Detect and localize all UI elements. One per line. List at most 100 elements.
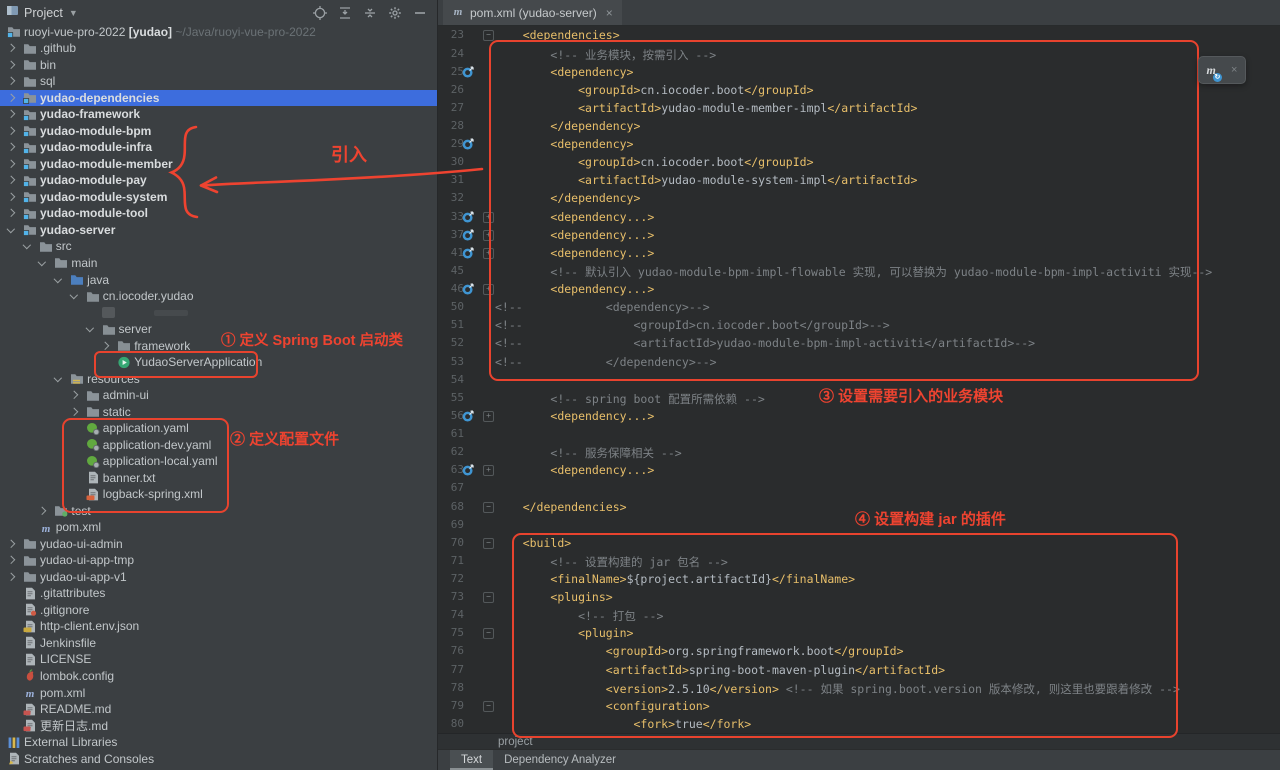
tree-item-main[interactable]: main [0, 255, 437, 272]
fold-minus-icon[interactable]: − [483, 538, 494, 549]
code-line-67[interactable]: 67 [438, 479, 1280, 497]
tree-item-yudao-module-tool[interactable]: yudao-module-tool [0, 205, 437, 222]
code-line-78[interactable]: 78 <version>2.5.10</version> <!-- 如果 spr… [438, 679, 1280, 697]
code-line-56[interactable]: 56+ <dependency...> [438, 407, 1280, 425]
tree-item--.md[interactable]: 更新日志.md [0, 718, 437, 735]
code-line-25[interactable]: 25 <dependency> [438, 63, 1280, 81]
tree-item-yudao-module-bpm[interactable]: yudao-module-bpm [0, 123, 437, 140]
tree-item-README.md[interactable]: README.md [0, 701, 437, 718]
dependency-gutter-icon[interactable] [462, 137, 476, 151]
close-icon[interactable]: × [1231, 64, 1237, 76]
tree-item-resources[interactable]: resources [0, 371, 437, 388]
chevron-collapsed-icon[interactable] [7, 44, 15, 52]
code-line-63[interactable]: 63+ <dependency...> [438, 461, 1280, 479]
tree-item-pom.xml[interactable]: mpom.xml [0, 685, 437, 702]
tree-item-yudao-framework[interactable]: yudao-framework [0, 106, 437, 123]
collapse-all-icon[interactable] [363, 6, 377, 20]
tree-item-static[interactable]: static [0, 404, 437, 421]
chevron-collapsed-icon[interactable] [101, 341, 109, 349]
scroll-from-source-icon[interactable] [338, 6, 352, 20]
code-line-46[interactable]: 46+ <dependency...> [438, 280, 1280, 298]
fold-plus-icon[interactable]: + [483, 212, 494, 223]
fold-plus-icon[interactable]: + [483, 284, 494, 295]
code-line-68[interactable]: 68− </dependencies> [438, 498, 1280, 516]
dependency-gutter-icon[interactable] [462, 65, 476, 79]
tree-item-yudao-module-infra[interactable]: yudao-module-infra [0, 139, 437, 156]
tree-item-pom.xml[interactable]: mpom.xml [0, 519, 437, 536]
fold-plus-icon[interactable]: + [483, 411, 494, 422]
tree-item-yudao-server[interactable]: yudao-server [0, 222, 437, 239]
code-line-51[interactable]: 51<!-- <groupId>cn.iocoder.boot</groupId… [438, 316, 1280, 334]
code-line-79[interactable]: 79− <configuration> [438, 697, 1280, 715]
chevron-collapsed-icon[interactable] [7, 110, 15, 118]
code-line-23[interactable]: 23− <dependencies> [438, 26, 1280, 44]
tree-item-src[interactable]: src [0, 238, 437, 255]
tree-item-logback-spring.xml[interactable]: logback-spring.xml [0, 486, 437, 503]
chevron-collapsed-icon[interactable] [7, 61, 15, 69]
code-line-69[interactable]: 69 [438, 516, 1280, 534]
dependency-gutter-icon[interactable] [462, 409, 476, 423]
code-line-70[interactable]: 70− <build> [438, 534, 1280, 552]
chevron-collapsed-icon[interactable] [7, 193, 15, 201]
chevron-collapsed-icon[interactable] [7, 93, 15, 101]
tree-item-yudao-ui-admin[interactable]: yudao-ui-admin [0, 536, 437, 553]
chevron-collapsed-icon[interactable] [7, 77, 15, 85]
fold-minus-icon[interactable]: − [483, 628, 494, 639]
fold-minus-icon[interactable]: − [483, 502, 494, 513]
chevron-collapsed-icon[interactable] [7, 176, 15, 184]
chevron-collapsed-icon[interactable] [7, 127, 15, 135]
panel-title[interactable]: Project [24, 6, 63, 20]
tree-item-yudao-dependencies[interactable]: yudao-dependencies [0, 90, 437, 107]
fold-plus-icon[interactable]: + [483, 465, 494, 476]
dependency-gutter-icon[interactable] [462, 463, 476, 477]
tree-item-cn.iocoder.yudao[interactable]: cn.iocoder.yudao [0, 288, 437, 305]
code-line-29[interactable]: 29 <dependency> [438, 135, 1280, 153]
fold-plus-icon[interactable]: + [483, 248, 494, 259]
fold-minus-icon[interactable]: − [483, 30, 494, 41]
chevron-expanded-icon[interactable] [85, 324, 93, 332]
tree-item-Jenkinsfile[interactable]: Jenkinsfile [0, 635, 437, 652]
tree-item-lombok.config[interactable]: lombok.config [0, 668, 437, 685]
code-line-30[interactable]: 30 <groupId>cn.iocoder.boot</groupId> [438, 153, 1280, 171]
chevron-expanded-icon[interactable] [7, 225, 15, 233]
chevron-collapsed-icon[interactable] [7, 143, 15, 151]
chevron-expanded-icon[interactable] [38, 258, 46, 266]
tree-item-redacted[interactable] [0, 305, 437, 322]
chevron-collapsed-icon[interactable] [38, 507, 46, 515]
tree-item-External-Libraries[interactable]: External Libraries [0, 734, 437, 751]
tree-item-yudao-module-member[interactable]: yudao-module-member [0, 156, 437, 173]
bottom-tab-dependency-analyzer[interactable]: Dependency Analyzer [493, 750, 627, 770]
chevron-collapsed-icon[interactable] [7, 160, 15, 168]
dependency-gutter-icon[interactable] [462, 282, 476, 296]
code-line-28[interactable]: 28 </dependency> [438, 117, 1280, 135]
code-line-53[interactable]: 53<!-- </dependency>--> [438, 353, 1280, 371]
tree-item-application-dev.yaml[interactable]: application-dev.yaml [0, 437, 437, 454]
code-line-37[interactable]: 37+ <dependency...> [438, 226, 1280, 244]
code-line-24[interactable]: 24 <!-- 业务模块，按需引入 --> [438, 45, 1280, 63]
dependency-gutter-icon[interactable] [462, 210, 476, 224]
code-line-50[interactable]: 50<!-- <dependency>--> [438, 298, 1280, 316]
code-line-33[interactable]: 33+ <dependency...> [438, 208, 1280, 226]
tree-item-application.yaml[interactable]: application.yaml [0, 420, 437, 437]
close-icon[interactable]: × [606, 6, 613, 20]
tree-item-YudaoServerApplication[interactable]: YudaoServerApplication [0, 354, 437, 371]
code-line-73[interactable]: 73− <plugins> [438, 588, 1280, 606]
code-line-41[interactable]: 41+ <dependency...> [438, 244, 1280, 262]
dependency-gutter-icon[interactable] [462, 228, 476, 242]
chevron-expanded-icon[interactable] [23, 241, 31, 249]
code-line-77[interactable]: 77 <artifactId>spring-boot-maven-plugin<… [438, 661, 1280, 679]
chevron-expanded-icon[interactable] [54, 373, 62, 381]
code-line-76[interactable]: 76 <groupId>org.springframework.boot</gr… [438, 642, 1280, 660]
bottom-tab-text[interactable]: Text [450, 750, 493, 770]
chevron-collapsed-icon[interactable] [7, 209, 15, 217]
settings-gear-icon[interactable] [388, 6, 402, 20]
tree-item-bin[interactable]: bin [0, 57, 437, 74]
chevron-collapsed-icon[interactable] [7, 556, 15, 564]
code-viewport[interactable]: 23− <dependencies>24 <!-- 业务模块，按需引入 -->2… [438, 25, 1280, 733]
tree-item-.gitattributes[interactable]: .gitattributes [0, 585, 437, 602]
code-line-74[interactable]: 74 <!-- 打包 --> [438, 606, 1280, 624]
code-line-32[interactable]: 32 </dependency> [438, 189, 1280, 207]
locate-icon[interactable] [313, 6, 327, 20]
tree-item-LICENSE[interactable]: LICENSE [0, 651, 437, 668]
tree-item-Scratches-and-Consoles[interactable]: Scratches and Consoles [0, 751, 437, 768]
